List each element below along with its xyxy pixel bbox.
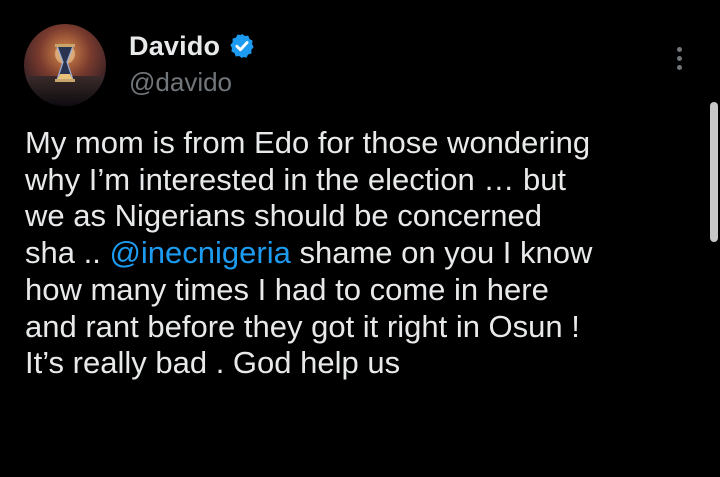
tweet-line: how many times I had to come in here [25, 271, 549, 307]
author-handle[interactable]: @davido [129, 67, 232, 98]
more-vertical-icon [676, 64, 682, 70]
more-vertical-icon [676, 46, 682, 52]
mention-link-inecnigeria[interactable]: @inecnigeria [109, 235, 290, 270]
more-vertical-icon [676, 55, 682, 61]
tweet-line: sha .. @inecnigeria shame on you I know [25, 235, 705, 272]
tweet-card: Davido @davido My mom is from Edo for th… [0, 0, 720, 477]
tweet-text: My mom is from Edo for those wondering w… [25, 125, 705, 382]
avatar-image [24, 24, 106, 106]
display-name[interactable]: Davido [129, 31, 220, 62]
scrollbar-thumb[interactable] [710, 102, 718, 242]
avatar[interactable] [24, 24, 106, 106]
tweet-text-segment: sha .. [25, 235, 110, 271]
tweet-line: It’s really bad . God help us [25, 345, 401, 381]
tweet-line: we as Nigerians should be concerned [25, 198, 542, 234]
tweet-line: why I’m interested in the election … but [25, 161, 567, 197]
more-options-button[interactable] [664, 40, 694, 76]
tweet-line: and rant before they got it right in Osu… [25, 308, 580, 344]
tweet-text-segment: shame on you I know [290, 235, 593, 271]
verified-badge-icon [230, 33, 254, 59]
tweet-line: My mom is from Edo for those wondering [25, 125, 591, 160]
author-name-row: Davido [129, 28, 256, 64]
